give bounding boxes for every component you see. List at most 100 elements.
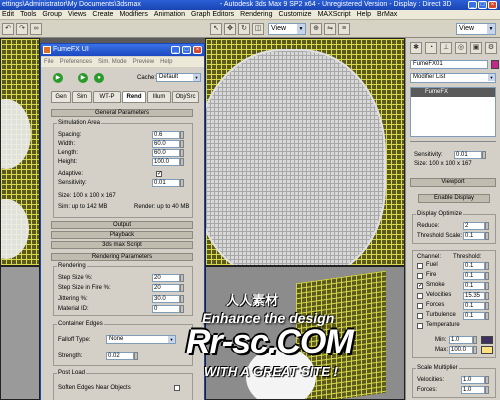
channel-threshold-spinner[interactable]: 0.1 xyxy=(463,262,489,270)
object-color-swatch[interactable] xyxy=(491,60,499,69)
channel-checkbox[interactable] xyxy=(417,263,423,269)
spinner-arrows-icon[interactable] xyxy=(180,131,184,139)
panel-sensitivity-spinner[interactable]: 0.01 xyxy=(454,151,486,159)
spinner-arrows-icon[interactable] xyxy=(180,274,184,282)
channel-checkbox[interactable] xyxy=(417,293,423,299)
spinner-arrows-icon[interactable] xyxy=(485,262,489,270)
menu-customize[interactable]: Customize xyxy=(276,10,315,19)
spinner-arrows-icon[interactable] xyxy=(482,151,486,159)
channel-checkbox[interactable]: ✓ xyxy=(417,283,423,289)
scale-icon[interactable]: ◫ xyxy=(252,23,264,35)
spinner-arrows-icon[interactable] xyxy=(485,232,489,240)
rollout-general-parameters[interactable]: General Parameters xyxy=(51,109,193,117)
spinner-arrows-icon[interactable] xyxy=(485,292,489,300)
viewport-top-right[interactable] xyxy=(205,38,405,266)
spinner-arrows-icon[interactable] xyxy=(485,222,489,230)
spinner-arrows-icon[interactable] xyxy=(180,284,184,292)
play-icon[interactable]: ▶ xyxy=(53,73,63,83)
step-size-fire-spinner[interactable]: 20 xyxy=(152,284,184,292)
menu-group[interactable]: Group xyxy=(40,10,65,19)
channel-checkbox[interactable] xyxy=(417,273,423,279)
dialog-menu-file[interactable]: File xyxy=(41,59,57,65)
menu-tools[interactable]: Tools xyxy=(18,10,40,19)
align-icon[interactable]: ≡ xyxy=(338,23,350,35)
reduce-spinner[interactable]: 2 xyxy=(463,222,489,230)
channel-checkbox[interactable] xyxy=(417,313,423,319)
menu-animation[interactable]: Animation xyxy=(152,10,189,19)
rollout-rendering-parameters[interactable]: Rendering Parameters xyxy=(51,253,193,261)
tab-sim[interactable]: Sim xyxy=(72,91,92,103)
spinner-arrows-icon[interactable] xyxy=(485,302,489,310)
utilities-tab-icon[interactable]: ⚙ xyxy=(485,42,497,54)
named-selection-select[interactable]: View ▼ xyxy=(456,23,496,35)
adaptive-checkbox[interactable]: ✓ xyxy=(156,171,162,177)
spinner-arrows-icon[interactable] xyxy=(473,336,477,344)
menu-modifiers[interactable]: Modifiers xyxy=(117,10,151,19)
spinner-arrows-icon[interactable] xyxy=(180,295,184,303)
menu-graph-editors[interactable]: Graph Editors xyxy=(189,10,238,19)
menu-maxscript[interactable]: MAXScript xyxy=(316,10,355,19)
threshold-scale-spinner[interactable]: 0.1 xyxy=(463,232,489,240)
reference-coordinate-select[interactable]: View ▼ xyxy=(268,23,306,35)
spacing-spinner[interactable]: 0.6 xyxy=(152,131,184,139)
tab-illum[interactable]: Illum xyxy=(147,91,171,103)
dialog-minimize-button[interactable]: _ xyxy=(171,46,180,54)
spinner-arrows-icon[interactable] xyxy=(485,386,489,394)
pivot-icon[interactable]: ⊕ xyxy=(310,23,322,35)
dialog-maximize-button[interactable]: □ xyxy=(182,46,191,54)
move-icon[interactable]: ✥ xyxy=(224,23,236,35)
cache-select[interactable]: Default ▼ xyxy=(156,73,201,82)
motion-tab-icon[interactable]: ◎ xyxy=(455,42,467,54)
length-spinner[interactable]: 60.0 xyxy=(152,149,184,157)
forces-multiplier-spinner[interactable]: 1.0 xyxy=(461,386,489,394)
dialog-menu-help[interactable]: Help xyxy=(157,59,175,65)
falloff-type-select[interactable]: None ▼ xyxy=(106,335,176,344)
display-tab-icon[interactable]: ▣ xyxy=(470,42,482,54)
redo-icon[interactable]: ↷ xyxy=(16,23,28,35)
rollout-output[interactable]: Output xyxy=(51,221,193,229)
material-id-spinner[interactable]: 0 xyxy=(152,305,184,313)
modify-tab-icon[interactable]: ◔ xyxy=(425,42,437,54)
hierarchy-tab-icon[interactable]: ⊥ xyxy=(440,42,452,54)
min-color-swatch[interactable] xyxy=(481,336,493,344)
sensitivity-spinner[interactable]: 0.01 xyxy=(152,179,184,187)
channel-checkbox[interactable] xyxy=(417,303,423,309)
channel-threshold-spinner[interactable]: 0.1 xyxy=(463,302,489,310)
rollout-3dsmax-script[interactable]: 3ds max Script xyxy=(51,241,193,249)
dialog-menu-preferences[interactable]: Preferences xyxy=(57,59,95,65)
preview-icon[interactable]: ● xyxy=(94,73,104,83)
menu-create[interactable]: Create xyxy=(90,10,117,19)
menu-help[interactable]: Help xyxy=(355,10,375,19)
stack-item-fumefx[interactable]: FumeFX xyxy=(411,88,495,97)
channel-threshold-spinner[interactable]: 0.1 xyxy=(463,282,489,290)
channel-threshold-spinner[interactable]: 0.1 xyxy=(463,312,489,320)
object-name-field[interactable]: FumeFX01 xyxy=(410,60,488,69)
viewport-top-left[interactable] xyxy=(0,38,40,266)
tab-rend[interactable]: Rend xyxy=(122,91,146,103)
step-size-spinner[interactable]: 20 xyxy=(152,274,184,282)
spinner-arrows-icon[interactable] xyxy=(180,179,184,187)
spinner-arrows-icon[interactable] xyxy=(485,272,489,280)
menu-views[interactable]: Views xyxy=(66,10,91,19)
width-spinner[interactable]: 60.0 xyxy=(152,140,184,148)
max-color-swatch[interactable] xyxy=(481,346,493,354)
continue-icon[interactable]: ▶ xyxy=(78,73,88,83)
menu-edit[interactable]: Edit xyxy=(0,10,18,19)
tab-gen[interactable]: Gen xyxy=(51,91,71,103)
channel-threshold-spinner[interactable]: 0.1 xyxy=(463,272,489,280)
enable-display-button[interactable]: Enable Display xyxy=(418,194,490,203)
close-button[interactable]: × xyxy=(488,1,497,9)
spinner-arrows-icon[interactable] xyxy=(485,376,489,384)
height-spinner[interactable]: 100.0 xyxy=(152,158,184,166)
channel-threshold-spinner[interactable]: 15.35 xyxy=(463,292,489,300)
max-spinner[interactable]: 100.0 xyxy=(449,346,477,354)
mirror-icon[interactable]: ⇋ xyxy=(324,23,336,35)
link-icon[interactable]: ∞ xyxy=(30,23,42,35)
dialog-menu-preview[interactable]: Preview xyxy=(130,59,157,65)
rotate-icon[interactable]: ↻ xyxy=(238,23,250,35)
dialog-menu-sim-mode[interactable]: Sim. Mode xyxy=(95,59,130,65)
viewport-bottom-left[interactable] xyxy=(0,266,40,400)
spinner-arrows-icon[interactable] xyxy=(180,158,184,166)
min-spinner[interactable]: 1.0 xyxy=(449,336,477,344)
spinner-arrows-icon[interactable] xyxy=(180,140,184,148)
